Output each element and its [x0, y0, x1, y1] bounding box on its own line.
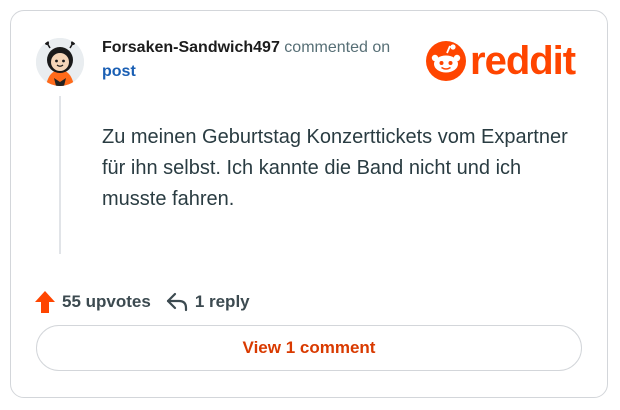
comment-meta: Forsaken-Sandwich497 commented on post — [102, 36, 422, 84]
author-name[interactable]: Forsaken-Sandwich497 — [102, 39, 280, 56]
upvote-count: 55 upvotes — [62, 292, 151, 311]
upvote-arrow-icon — [35, 291, 55, 313]
reddit-snoo-icon — [426, 41, 466, 81]
comment-actions: 55 upvotes 1 reply — [34, 288, 250, 316]
reddit-wordmark: reddit — [470, 39, 576, 83]
avatar[interactable] — [36, 38, 84, 86]
avatar-image — [36, 38, 84, 86]
reply-arrow-icon — [166, 292, 187, 312]
reply-count: 1 reply — [194, 292, 250, 311]
commented-on-text: commented on — [284, 39, 391, 56]
view-comment-label: View 1 comment — [242, 338, 376, 357]
view-comment-button[interactable]: View 1 comment — [36, 325, 582, 371]
reddit-logo[interactable]: reddit — [426, 39, 576, 83]
thread-line — [59, 96, 61, 254]
post-link[interactable]: post — [102, 60, 422, 84]
reply-button[interactable]: 1 reply — [165, 291, 250, 313]
upvote-button[interactable]: 55 upvotes — [34, 290, 151, 314]
comment-body: Zu meinen Geburtstag Konzerttickets vom … — [102, 126, 568, 210]
